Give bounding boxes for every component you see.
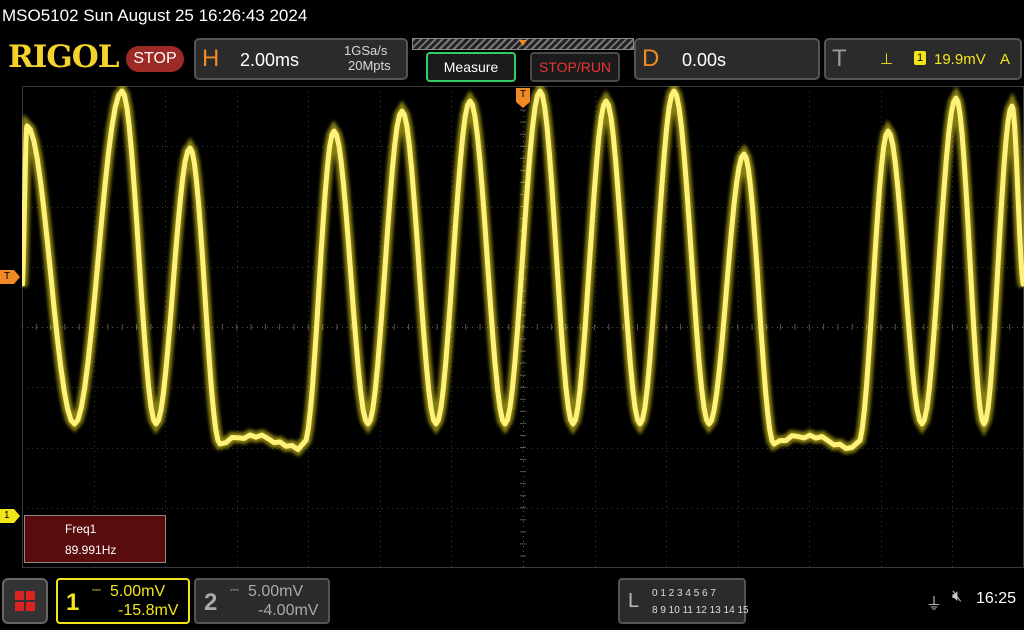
trigger-level-marker[interactable]: T <box>0 270 20 284</box>
channel2-offset: -4.00mV <box>258 602 319 619</box>
run-state-badge[interactable]: STOP <box>126 46 184 72</box>
main-menu-button[interactable] <box>2 578 48 624</box>
trigger-mode: A <box>1000 51 1011 68</box>
channel1-offset: -15.8mV <box>118 602 179 619</box>
speaker-muted-icon[interactable]: 🔇︎ <box>952 588 962 606</box>
memory-depth: 20Mpts <box>348 58 391 73</box>
measure-button[interactable]: Measure <box>426 52 516 82</box>
measurement-name: Freq1 <box>65 522 97 536</box>
channel1-offset-marker[interactable]: 1 <box>0 509 20 523</box>
measurement-panel[interactable]: Freq1 89.991Hz <box>24 515 166 563</box>
trigger-level: 19.9mV <box>934 51 986 68</box>
channel1-scale: 5.00mV <box>110 583 166 600</box>
delay-panel[interactable]: D 0.00s <box>634 38 820 80</box>
ch1-trace <box>16 80 1024 457</box>
usb-icon: ⏚ <box>926 596 943 613</box>
horizontal-panel[interactable]: H 2.00ms 1GSa/s 20Mpts <box>194 38 408 80</box>
trigger-letter: T <box>832 45 847 72</box>
waveform-display[interactable] <box>16 80 1024 569</box>
waveform-svg <box>16 80 1024 569</box>
channel1-box[interactable]: 1 ⎓ 5.00mV -15.8mV <box>56 578 190 624</box>
timebase-value: 2.00ms <box>240 50 300 70</box>
sample-rate: 1GSa/s <box>344 43 388 58</box>
stop-run-button[interactable]: STOP/RUN <box>530 52 620 82</box>
logic-row-1: 0 1 2 3 4 5 6 7 <box>652 588 716 599</box>
horizontal-letter: H <box>202 45 220 72</box>
dc-coupling-icon: ⎓ <box>92 584 101 596</box>
logic-channels-box[interactable]: L 0 1 2 3 4 5 6 7 8 9 10 11 12 13 14 15 <box>618 578 749 624</box>
model-datetime: MSO5102 Sun August 25 16:26:43 2024 <box>2 6 308 25</box>
delay-letter: D <box>642 45 660 72</box>
trigger-source: 1 <box>914 51 926 65</box>
grid-menu-icon <box>15 591 35 611</box>
channel1-number: 1 <box>66 589 80 616</box>
trigger-edge-icon: ⊥ <box>880 51 894 68</box>
rigol-logo: RIGOL <box>8 39 120 75</box>
clock: 16:25 <box>976 590 1017 607</box>
title-bar: MSO5102 Sun August 25 16:26:43 2024 <box>0 0 1024 34</box>
channel2-number: 2 <box>204 589 218 616</box>
logic-letter: L <box>628 590 640 612</box>
measurement-value: 89.991Hz <box>65 543 117 557</box>
channel2-scale: 5.00mV <box>248 583 304 600</box>
trigger-panel[interactable]: T ⊥ 1 19.9mV A <box>824 38 1022 80</box>
logic-row-2: 8 9 10 11 12 13 14 15 <box>652 605 749 616</box>
channel2-box[interactable]: 2 ⎓ 5.00mV -4.00mV <box>194 578 330 624</box>
dc-coupling-icon: ⎓ <box>230 584 239 596</box>
delay-value: 0.00s <box>682 50 727 70</box>
